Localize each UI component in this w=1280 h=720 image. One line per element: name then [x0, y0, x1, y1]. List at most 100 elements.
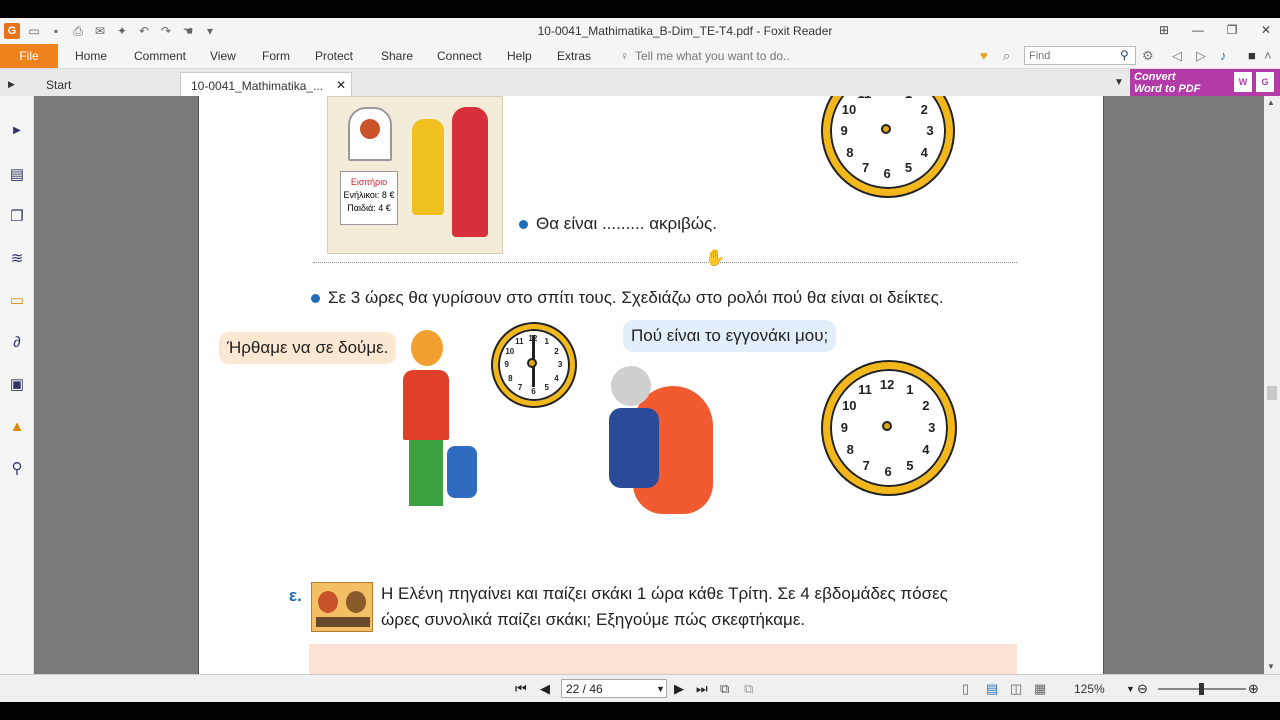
status-bar: ⏮ ◀ ▼ ▶ ⏭ ⧉ ⧉ ▯ ▤ ◫ ▦ 125% ▼ ⊖ ⊕: [0, 674, 1280, 702]
tab-start[interactable]: Start: [36, 72, 184, 97]
zoom-in-icon[interactable]: ⊕: [1248, 681, 1259, 697]
zoom-dropdown-icon[interactable]: ▼: [1126, 684, 1135, 694]
menu-connect[interactable]: Connect: [437, 49, 482, 63]
bell-icon[interactable]: ♪: [1220, 48, 1227, 63]
clock-top: 121234567891011: [823, 96, 953, 196]
file-menu-button[interactable]: File: [0, 44, 58, 68]
scroll-up-icon[interactable]: ▲: [1267, 98, 1275, 107]
pdf-doc-icon: G: [1256, 72, 1274, 92]
tell-me-text: Tell me what you want to do..: [635, 49, 790, 63]
scroll-thumb[interactable]: [1267, 386, 1277, 400]
continuous-facing-icon[interactable]: ▦: [1034, 681, 1046, 697]
tell-me-box[interactable]: ♀ Tell me what you want to do..: [620, 49, 790, 63]
clock-number: 4: [922, 442, 930, 458]
clock-number: 9: [840, 420, 849, 436]
zoom-level[interactable]: 125%: [1074, 682, 1105, 696]
forward-arrow-icon[interactable]: ▷: [1196, 48, 1206, 64]
clock-number: 6: [531, 386, 536, 396]
menu-view[interactable]: View: [210, 49, 236, 63]
clock-number: 11: [515, 337, 524, 347]
clock-number: 9: [504, 360, 509, 370]
tab-close-icon[interactable]: ✕: [336, 78, 346, 92]
facing-page-icon[interactable]: ◫: [1010, 681, 1022, 697]
clock-center: [527, 358, 537, 368]
clock-number: 8: [846, 442, 854, 458]
collapse-ribbon-icon[interactable]: ˄: [1264, 48, 1272, 63]
page-dropdown-icon[interactable]: ▼: [656, 684, 665, 694]
heart-icon[interactable]: ♥: [980, 48, 988, 63]
clock-number: 10: [505, 346, 515, 356]
next-view-icon[interactable]: ⧉: [744, 681, 753, 697]
text-line-exactly: Θα είναι ......... ακριβώς.: [519, 214, 717, 234]
clock-number: 7: [517, 383, 523, 393]
clock-number: 11: [858, 382, 872, 398]
lock-icon[interactable]: ▲: [7, 416, 27, 436]
zoom-out-icon[interactable]: ⊖: [1137, 681, 1148, 697]
girl-figure: [412, 119, 444, 215]
answer-box[interactable]: [309, 644, 1017, 674]
folder-search-icon[interactable]: ⌕: [1003, 48, 1010, 64]
minimize-button[interactable]: —: [1190, 22, 1206, 38]
menu-form[interactable]: Form: [262, 49, 290, 63]
clock-center: [882, 421, 892, 431]
menu-home[interactable]: Home: [75, 49, 107, 63]
restore-button[interactable]: ❐: [1224, 22, 1240, 38]
document-viewport[interactable]: Εισιτήριο Ενήλικοι: 8 € Παιδιά: 4 € 1212…: [34, 96, 1264, 674]
last-page-icon[interactable]: ⏭: [696, 681, 708, 697]
previous-page-icon[interactable]: ◀: [540, 681, 550, 697]
menu-comment[interactable]: Comment: [134, 49, 186, 63]
clock-number: 5: [904, 160, 913, 176]
clock-hour-hand: [532, 365, 535, 387]
back-arrow-icon[interactable]: ◁: [1172, 48, 1182, 64]
close-button[interactable]: ✕: [1258, 22, 1274, 38]
search-icon[interactable]: ⚲: [1120, 48, 1129, 62]
tab-list-toggle[interactable]: ▶: [8, 79, 15, 90]
grandma-head: [611, 366, 651, 406]
ribbon-options-icon[interactable]: ⊞: [1156, 22, 1172, 38]
signature-panel-icon[interactable]: ▣: [7, 374, 27, 394]
first-page-icon[interactable]: ⏮: [515, 681, 527, 697]
convert-word-to-pdf-banner[interactable]: Convert Word to PDF W G: [1130, 69, 1280, 97]
account-icon[interactable]: ■: [1248, 48, 1256, 63]
page-number-input[interactable]: [561, 679, 667, 698]
gear-icon[interactable]: ⚙: [1142, 48, 1154, 64]
clock-number: 7: [861, 160, 870, 176]
next-page-icon[interactable]: ▶: [674, 681, 684, 697]
attachment-icon[interactable]: ∂: [7, 332, 27, 352]
bullet-icon: [311, 294, 320, 304]
bookmark-icon[interactable]: ▤: [7, 164, 27, 184]
menu-help[interactable]: Help: [507, 49, 532, 63]
mother-head: [411, 330, 443, 366]
chess-question-line2: ώρες συνολικά παίζει σκάκι; Εξηγούμε πώς…: [381, 610, 806, 629]
clock-number: 6: [883, 166, 891, 182]
clock-number: 1: [544, 337, 549, 347]
menu-protect[interactable]: Protect: [315, 49, 353, 63]
vertical-scrollbar[interactable]: ▲ ▼: [1264, 96, 1280, 674]
tab-document[interactable]: 10-0041_Mathimatika_...: [180, 72, 352, 97]
chevron-down-icon[interactable]: ▼: [1114, 77, 1124, 88]
menu-extras[interactable]: Extras: [557, 49, 591, 63]
previous-view-icon[interactable]: ⧉: [720, 681, 729, 697]
bullet-icon: [519, 220, 528, 230]
single-page-icon[interactable]: ▯: [962, 681, 969, 697]
expand-panel-icon[interactable]: ▶: [7, 120, 27, 140]
layers-icon[interactable]: ≋: [7, 248, 27, 268]
text-line-3hours: Σε 3 ώρες θα γυρίσουν στο σπίτι τους. Σχ…: [311, 288, 944, 308]
convert-subtitle: Word to PDF: [1134, 83, 1201, 95]
window-controls: ⊞ — ❐ ✕: [1156, 22, 1274, 38]
clock-number: 4: [554, 373, 559, 383]
comments-icon[interactable]: ▭: [7, 290, 27, 310]
mother-child-illustration: [403, 330, 477, 508]
continuous-page-icon[interactable]: ▤: [986, 681, 998, 697]
clock-number: 1: [905, 96, 912, 101]
booth-window: [348, 107, 392, 161]
pages-icon[interactable]: ❐: [7, 206, 27, 226]
zoom-slider-thumb[interactable]: [1199, 683, 1204, 695]
clock-number: 2: [920, 101, 928, 117]
menu-share[interactable]: Share: [381, 49, 413, 63]
clock-number: 12: [528, 333, 538, 343]
chess-table: [316, 617, 370, 627]
clock-number: 3: [557, 360, 563, 370]
scroll-down-icon[interactable]: ▼: [1267, 662, 1275, 671]
user-search-icon[interactable]: ⚲: [7, 458, 27, 478]
